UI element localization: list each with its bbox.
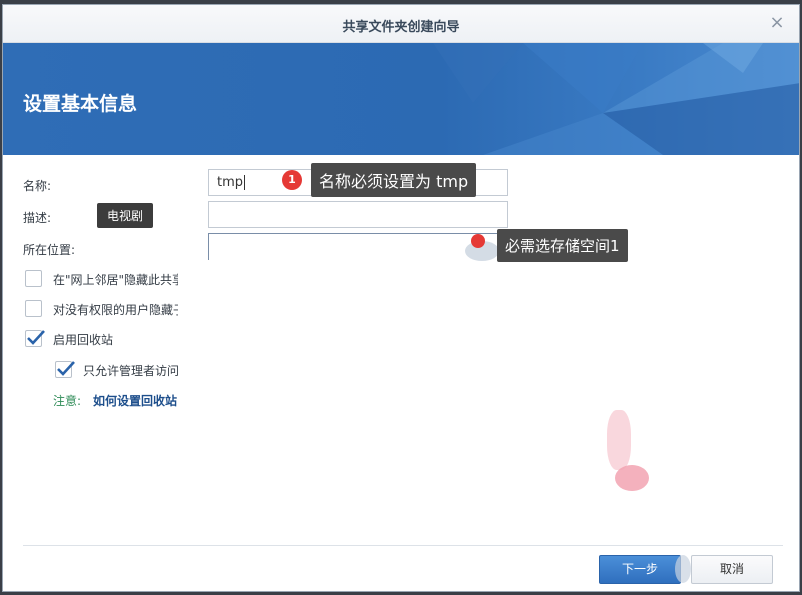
option-hide-subfolders[interactable]: 对没有权限的用户隐藏子文件夹和文件 bbox=[25, 300, 178, 320]
option-admin-only[interactable]: 只允许管理者访问 bbox=[55, 361, 178, 381]
step-badge: 1 bbox=[282, 170, 302, 190]
location-select[interactable] bbox=[208, 233, 508, 260]
watermark-smudge bbox=[607, 410, 631, 470]
description-tooltip: 电视剧 bbox=[97, 203, 154, 228]
options-panel: 在"网上邻居"隐藏此共享 对没有权限的用户隐藏子文件夹和文件 启用回收站 只允许… bbox=[3, 5, 178, 591]
footer-divider bbox=[23, 545, 783, 546]
note-prefix: 注意: bbox=[53, 394, 82, 408]
option-enable-recycle[interactable]: 启用回收站 bbox=[25, 330, 178, 350]
hide-subfolders-label: 对没有权限的用户隐藏子文件夹和文件 bbox=[53, 303, 178, 317]
close-icon[interactable]: × bbox=[767, 13, 787, 33]
watermark-smudge bbox=[615, 465, 649, 491]
dialog-window: 共享文件夹创建向导 × 设置基本信息 名称: 描述: 所在位置: tmp 在"网… bbox=[2, 4, 800, 592]
description-input[interactable] bbox=[208, 201, 508, 228]
text-caret bbox=[244, 175, 246, 190]
checkmark-icon bbox=[57, 361, 75, 376]
hide-network-label: 在"网上邻居"隐藏此共享 bbox=[53, 273, 178, 287]
smudge-mark bbox=[675, 555, 691, 583]
name-input-value: tmp bbox=[217, 175, 244, 190]
enable-recycle-label: 启用回收站 bbox=[53, 333, 114, 347]
step-badge-partial bbox=[471, 234, 485, 248]
enable-recycle-checkbox[interactable] bbox=[25, 330, 45, 347]
name-callout: 名称必须设置为 tmp bbox=[311, 163, 477, 197]
recycle-help-link[interactable]: 如何设置回收站 bbox=[93, 392, 177, 409]
admin-only-checkbox[interactable] bbox=[55, 361, 75, 378]
option-hide-network[interactable]: 在"网上邻居"隐藏此共享 bbox=[25, 270, 178, 290]
next-button[interactable]: 下一步 bbox=[599, 555, 681, 584]
cancel-button[interactable]: 取消 bbox=[691, 555, 773, 584]
admin-only-label: 只允许管理者访问 bbox=[83, 364, 178, 378]
checkmark-icon bbox=[27, 330, 45, 345]
location-callout: 必需选存储空间1 bbox=[497, 229, 628, 262]
hide-network-checkbox[interactable] bbox=[25, 270, 42, 287]
hide-subfolders-checkbox[interactable] bbox=[25, 300, 42, 317]
